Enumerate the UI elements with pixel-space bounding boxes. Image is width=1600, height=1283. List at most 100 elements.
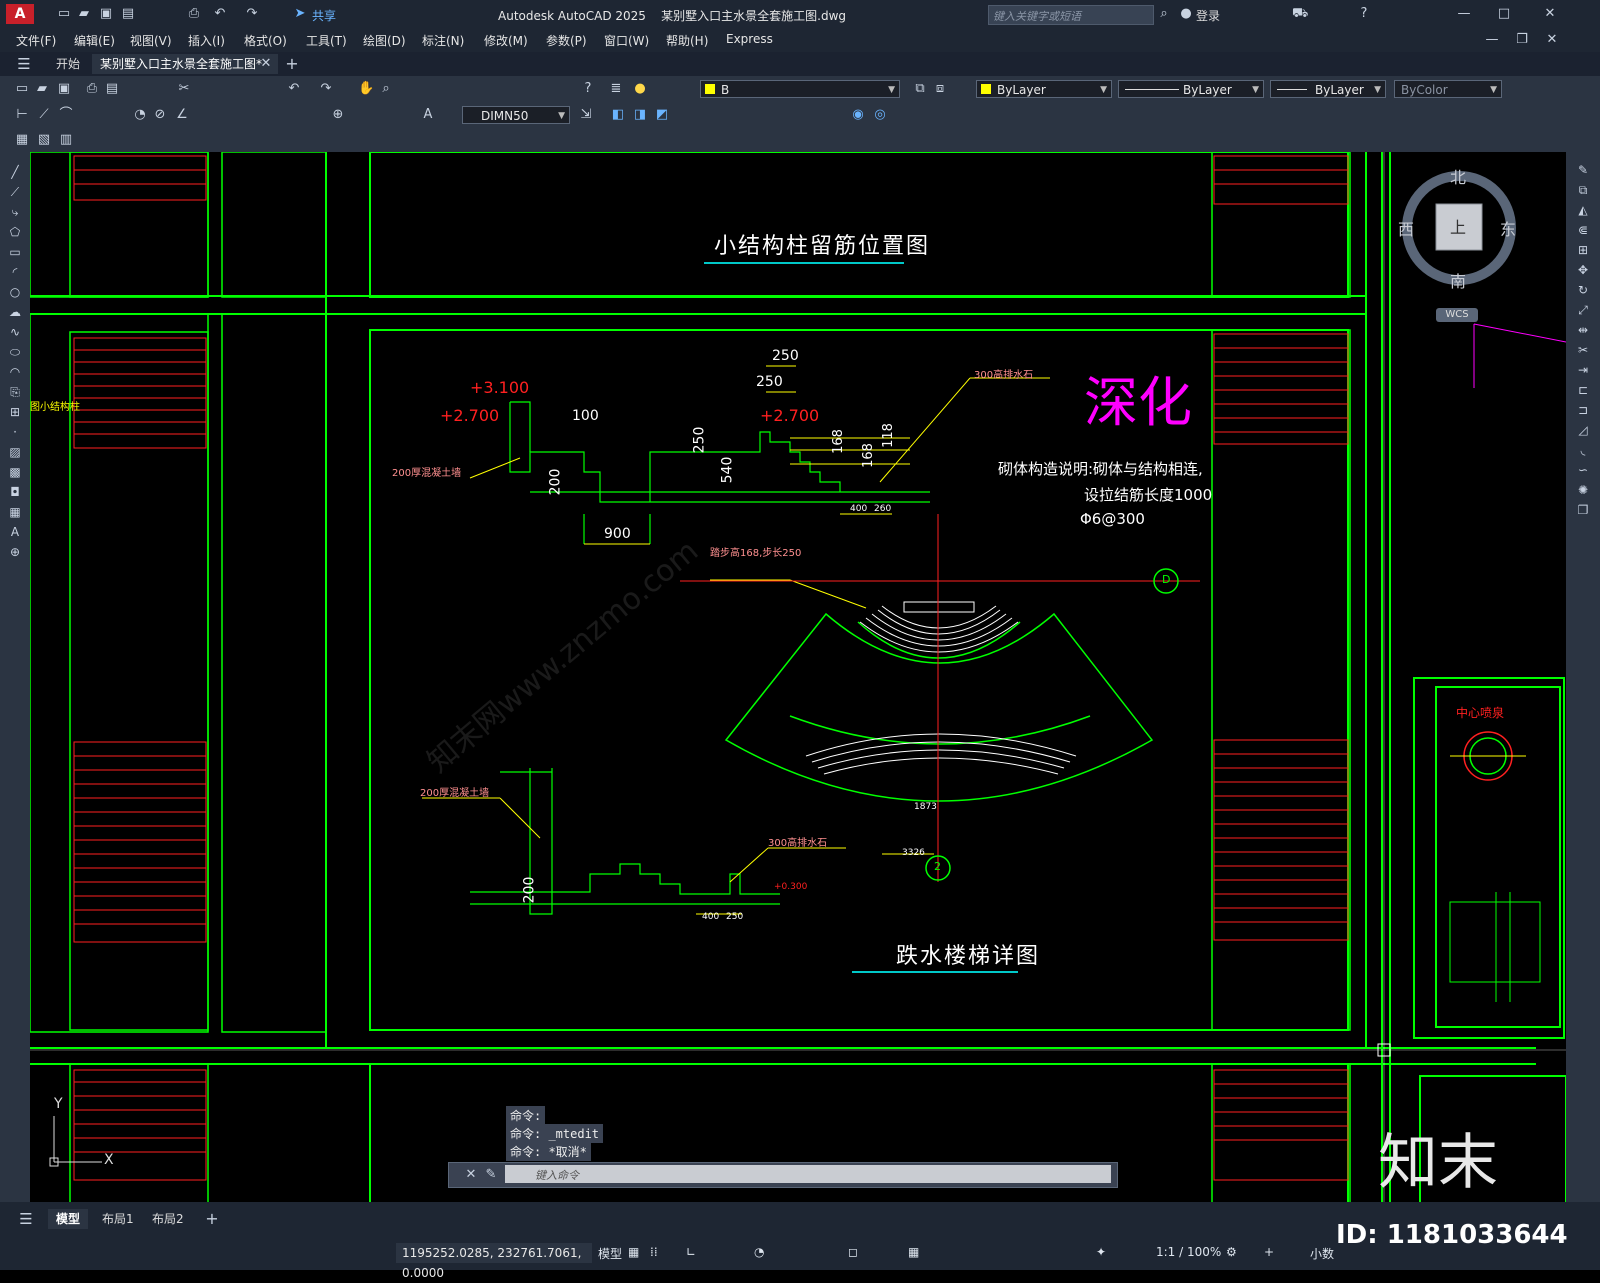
viewcube-east[interactable]: 东 — [1500, 216, 1516, 240]
preview-icon[interactable]: ▤ — [104, 81, 120, 97]
polar-icon[interactable]: ◔ — [754, 1245, 764, 1259]
login-button[interactable]: 登录 — [1196, 7, 1220, 24]
menu-draw[interactable]: 绘图(D) — [363, 32, 406, 49]
linetype-select[interactable]: ByLayer ▼ — [1118, 80, 1264, 98]
menu-help[interactable]: 帮助(H) — [666, 32, 708, 49]
table-tool-icon[interactable]: ▥ — [58, 132, 74, 148]
help-icon[interactable]: ? — [1356, 6, 1372, 22]
spline-icon[interactable]: ∿ — [7, 324, 23, 340]
move-icon[interactable]: ✥ — [1575, 262, 1591, 278]
line-icon[interactable]: ╱ — [7, 164, 23, 180]
annotation-icon[interactable]: ✦ — [1096, 1245, 1106, 1259]
open-icon[interactable]: ▰ — [34, 81, 50, 97]
pan-icon[interactable]: ✋ — [358, 81, 374, 97]
table-icon[interactable]: ▦ — [7, 504, 23, 520]
coordinates-readout[interactable]: 1195252.0285, 232761.7061, 0.0000 — [396, 1243, 592, 1280]
menu-insert[interactable]: 插入(I) — [188, 32, 225, 49]
close-icon[interactable]: ✕ — [1542, 6, 1558, 22]
add-selected-icon[interactable]: ⊕ — [7, 544, 23, 560]
array-icon[interactable]: ⊞ — [1575, 242, 1591, 258]
menu-express[interactable]: Express — [726, 32, 773, 46]
layer-prev-icon[interactable]: ⧈ — [932, 81, 948, 97]
draworder-icon[interactable]: ❐ — [1575, 502, 1591, 518]
menu-format[interactable]: 格式(O) — [244, 32, 287, 49]
block-icon[interactable]: ▧ — [36, 132, 52, 148]
qnew-icon[interactable]: ▭ — [14, 81, 30, 97]
redo-icon[interactable]: ↷ — [244, 6, 260, 22]
render-icon[interactable]: ◎ — [872, 107, 888, 123]
save-icon-2[interactable]: ▣ — [56, 81, 72, 97]
command-close-icon[interactable]: ✕ — [463, 1167, 479, 1183]
erase-icon[interactable]: ✎ — [1575, 162, 1591, 178]
hatch-icon[interactable]: ▨ — [7, 444, 23, 460]
new-file-icon[interactable]: ▭ — [56, 6, 72, 22]
construction-line-icon[interactable]: ⟋ — [7, 184, 23, 200]
annotation-scale[interactable]: 1:1 / 100% — [1156, 1245, 1221, 1259]
join-icon[interactable]: ⊐ — [1575, 402, 1591, 418]
ellipse-icon[interactable]: ⬭ — [7, 344, 23, 360]
trim-icon[interactable]: ✂ — [1575, 342, 1591, 358]
units-display[interactable]: 小数 — [1310, 1245, 1334, 1262]
tab-start[interactable]: 开始 — [48, 54, 88, 74]
point-icon[interactable]: · — [7, 424, 23, 440]
doc-close-icon[interactable]: ✕ — [1544, 32, 1560, 48]
app-menu-button[interactable]: A — [6, 4, 34, 24]
maximize-icon[interactable]: □ — [1496, 6, 1512, 22]
redo-icon-2[interactable]: ↷ — [318, 81, 334, 97]
dim-arc-icon[interactable]: ⌒ — [58, 107, 74, 123]
viewcube-wcs[interactable]: WCS — [1436, 308, 1478, 322]
share-icon[interactable]: ➤ — [292, 6, 308, 22]
tab-active-drawing[interactable]: 某别墅入口主水景全套施工图* — [92, 54, 278, 74]
menu-view[interactable]: 视图(V) — [130, 32, 172, 49]
blend-icon[interactable]: ∽ — [1575, 462, 1591, 478]
share-button[interactable]: 共享 — [312, 7, 336, 24]
plot-icon[interactable]: ⎙ — [186, 6, 202, 22]
settings-gear-icon[interactable]: ⚙ — [1226, 1245, 1237, 1259]
doc-restore-icon[interactable]: ❐ — [1514, 32, 1530, 48]
make-block-icon[interactable]: ⊞ — [7, 404, 23, 420]
tab-close-icon[interactable]: ✕ — [258, 56, 274, 72]
menu-parametric[interactable]: 参数(P) — [546, 32, 587, 49]
ortho-icon[interactable]: ∟ — [686, 1245, 696, 1259]
break-icon[interactable]: ⊏ — [1575, 382, 1591, 398]
save-icon[interactable]: ▣ — [98, 6, 114, 22]
rotate-icon[interactable]: ↻ — [1575, 282, 1591, 298]
menu-dimension[interactable]: 标注(N) — [422, 32, 464, 49]
layer-select[interactable]: B ▼ — [700, 80, 900, 98]
tab-layout2[interactable]: 布局2 — [144, 1209, 192, 1229]
add-layout-icon[interactable]: + — [204, 1211, 220, 1227]
grid-icon[interactable]: ▦ — [628, 1245, 639, 1259]
plotstyle-select[interactable]: ByColor ▼ — [1394, 80, 1502, 98]
explode-icon[interactable]: ✺ — [1575, 482, 1591, 498]
layout-menu-icon[interactable]: ☰ — [18, 1211, 34, 1227]
drawing-canvas[interactable]: 小结构柱留筋位置图 跌水楼梯详图 深化 砌体构造说明:砌体与结构相连, 设拉结筋… — [30, 152, 1566, 1202]
open-file-icon[interactable]: ▰ — [76, 6, 92, 22]
dimstyle-select[interactable]: DIMN50 ▼ — [462, 106, 570, 124]
rectangle-icon[interactable]: ▭ — [7, 244, 23, 260]
view-iso-icon[interactable]: ◩ — [654, 107, 670, 123]
fillet-icon[interactable]: ◟ — [1575, 442, 1591, 458]
add-icon[interactable]: + — [1264, 1245, 1274, 1259]
mirror-icon[interactable]: ◭ — [1575, 202, 1591, 218]
polyline-icon[interactable]: ⤷ — [7, 204, 23, 220]
dim-edit-icon[interactable]: A — [420, 107, 436, 123]
cart-icon[interactable]: ⛟ — [1292, 6, 1308, 22]
insert-block-icon[interactable]: ⎘ — [7, 384, 23, 400]
viewcube-south[interactable]: 南 — [1450, 268, 1466, 292]
new-tab-icon[interactable]: + — [284, 56, 300, 72]
layer-props-icon[interactable]: ≣ — [608, 81, 624, 97]
command-input[interactable]: 键入命令 — [505, 1165, 1111, 1183]
revcloud-icon[interactable]: ☁ — [7, 304, 23, 320]
model-space-toggle[interactable]: 模型 — [598, 1245, 622, 1262]
menu-window[interactable]: 窗口(W) — [604, 32, 649, 49]
dim-diameter-icon[interactable]: ⊘ — [152, 107, 168, 123]
arc-icon[interactable]: ◜ — [7, 264, 23, 280]
copy-icon[interactable]: ⧉ — [1575, 182, 1591, 198]
circle-icon[interactable]: ○ — [7, 284, 23, 300]
dim-aligned-icon[interactable]: ⟋ — [36, 107, 52, 123]
polygon-icon[interactable]: ⬠ — [7, 224, 23, 240]
print-icon[interactable]: ⎙ — [84, 81, 100, 97]
menu-modify[interactable]: 修改(M) — [484, 32, 528, 49]
snap-icon[interactable]: ⁞⁞ — [650, 1245, 658, 1259]
bulb-icon[interactable]: ● — [632, 81, 648, 97]
